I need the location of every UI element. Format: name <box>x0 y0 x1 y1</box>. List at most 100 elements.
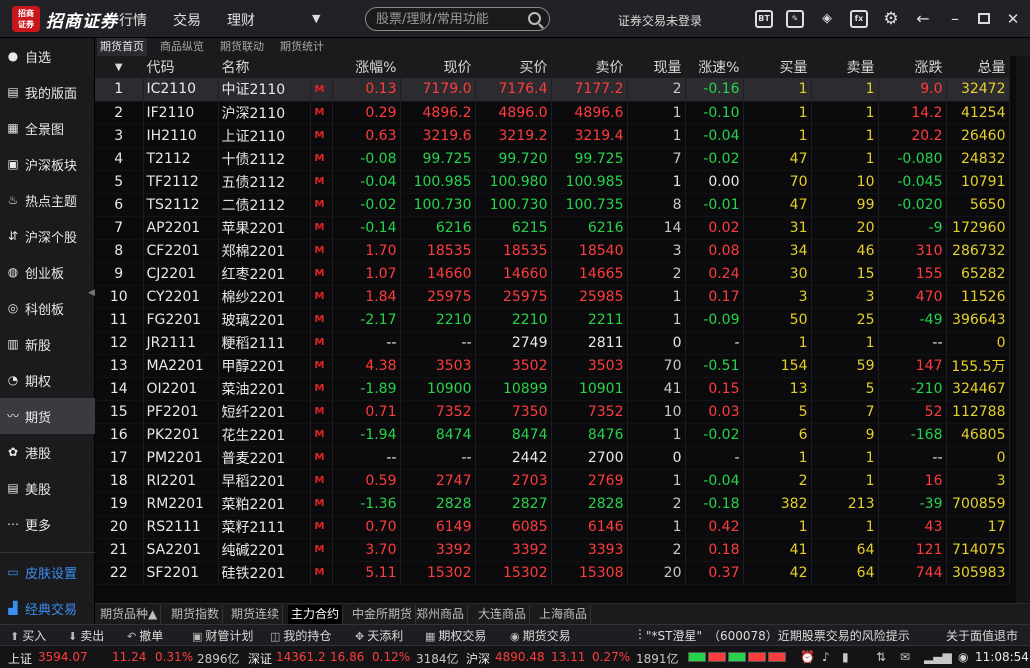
alarm-icon[interactable]: ⏰ <box>800 650 815 664</box>
bottom-tab-2[interactable]: 期货连续 <box>228 605 284 624</box>
signal-icon[interactable]: ▂▄▆ <box>924 650 952 664</box>
table-row[interactable]: 19 RM2201 菜粕2201 M -1.36 2828 2827 2828 2 -0.18 38… <box>95 492 1010 516</box>
search-box[interactable] <box>365 7 550 31</box>
gear-icon[interactable]: ⚙ <box>882 10 900 28</box>
toolbar-plan-button[interactable]: ▣ 财管计划 <box>192 627 253 644</box>
column-header[interactable]: 买价 <box>475 56 552 78</box>
classic-trading-link[interactable]: ▟ 经典交易 <box>0 590 95 626</box>
sidebar-item-0[interactable]: ● 自选 <box>0 38 95 74</box>
sidebar-item-4[interactable]: ♨ 热点主题 <box>0 182 95 218</box>
column-header[interactable]: 名称 <box>218 56 311 78</box>
maximize-icon[interactable] <box>975 10 993 28</box>
bottom-tab-1[interactable]: 期货指数 <box>168 605 224 624</box>
menu-trade[interactable]: 交易 <box>173 10 201 30</box>
column-header[interactable]: 现量 <box>627 56 686 78</box>
column-header[interactable]: 涨跌 <box>878 56 947 78</box>
bottom-tab-3[interactable]: 主力合约 <box>288 605 344 624</box>
table-row[interactable]: 15 PF2201 短纤2201 M 0.71 7352 7350 7352 10 0.03 5 7 5… <box>95 400 1010 424</box>
toolbar-futures-trade-button[interactable]: ◉ 期货交易 <box>510 627 571 644</box>
sidebar-item-8[interactable]: ▥ 新股 <box>0 326 95 362</box>
sidebar-item-13[interactable]: ⋯ 更多 <box>0 506 95 542</box>
menu-market[interactable]: 行情 <box>119 10 147 30</box>
table-row[interactable]: 8 CF2201 郑棉2201 M 1.70 18535 18535 18540 3 0.08 34… <box>95 239 1010 263</box>
sound-icon[interactable]: ♪ <box>822 650 830 664</box>
sidebar-item-12[interactable]: ▤ 美股 <box>0 470 95 506</box>
bt-icon[interactable]: BT <box>755 10 773 28</box>
bottom-tab-4[interactable]: 中金所期货 <box>349 605 417 624</box>
bottom-tab-7[interactable]: 上海商品 <box>536 605 592 624</box>
sidebar-item-7[interactable]: ◎ 科创板 <box>0 290 95 326</box>
edit-icon[interactable]: ✎ <box>786 10 804 28</box>
table-row[interactable]: 12 JR2111 粳稻2111 M -- -- 2749 2811 0-1 1 -- 0 <box>95 331 1010 355</box>
vertical-scrollbar[interactable] <box>1016 56 1030 603</box>
fx-icon[interactable]: fx <box>850 10 868 28</box>
close-icon[interactable]: ✕ <box>1004 10 1022 28</box>
connection-icon[interactable]: ▮ <box>842 650 849 664</box>
bottom-tab-6[interactable]: 大连商品 <box>475 605 531 624</box>
column-header[interactable]: 总量 <box>946 56 1010 78</box>
table-row[interactable]: 1 IC2110 中证2110 M 0.13 7179.0 7176.4 7177.2 2 -0.… <box>95 78 1010 102</box>
sidebar-item-6[interactable]: ◍ 创业板 <box>0 254 95 290</box>
table-row[interactable]: 21 SA2201 纯碱2201 M 3.70 3392 3392 3393 2 0.18 41 64… <box>95 538 1010 562</box>
table-row[interactable]: 7 AP2201 苹果2201 M -0.14 6216 6215 6216 14 0.02 31 2… <box>95 216 1010 240</box>
toolbar-daily-profit-button[interactable]: ✥ 天添利 <box>355 627 403 644</box>
bottom-tab-5[interactable]: 郑州商品 <box>413 605 469 624</box>
tab-0[interactable]: 期货首页 <box>97 38 147 56</box>
table-row[interactable]: 9 CJ2201 红枣2201 M 1.07 14660 14660 14665 2 0.24 30… <box>95 262 1010 286</box>
table-row[interactable]: 11 FG2201 玻璃2201 M -2.17 2210 2210 2211 1 -0.09 50… <box>95 308 1010 332</box>
table-row[interactable]: 4 T2112 十债2112 M -0.08 99.725 99.720 99.725 7 -0.… <box>95 147 1010 171</box>
skin-settings-link[interactable]: ▭ 皮肤设置 <box>0 554 95 590</box>
bottom-tab-0[interactable]: 期货品种▲ <box>97 605 162 624</box>
sh-index-value[interactable]: 3594.07 <box>38 650 88 664</box>
column-header[interactable]: 现价 <box>400 56 476 78</box>
table-row[interactable]: 17 PM2201 普麦2201 M -- -- 2442 2700 0-1 1 -- 0 <box>95 446 1010 470</box>
tab-2[interactable]: 期货联动 <box>217 38 267 56</box>
sidebar-item-10[interactable]: 〰期货 <box>0 398 95 434</box>
back-arrow-icon[interactable]: ← <box>914 10 932 28</box>
futures-quote-table[interactable]: ▼ 代码 名称 涨幅% 现价 买价 卖价 现量 涨速% 买量 卖量 涨跌 总量 1 IC2110 中证211… <box>95 56 1030 603</box>
toolbar-options-trade-button[interactable]: ▦ 期权交易 <box>425 627 486 644</box>
column-header[interactable]: 代码 <box>143 56 219 78</box>
tab-3[interactable]: 期货统计 <box>277 38 327 56</box>
sidebar-item-9[interactable]: ◔ 期权 <box>0 362 95 398</box>
cube-icon[interactable]: ◈ <box>818 10 836 28</box>
column-header[interactable]: 卖量 <box>811 56 879 78</box>
sz-index-value[interactable]: 14361.2 <box>276 650 326 664</box>
search-icon[interactable] <box>528 12 541 25</box>
menu-dropdown-icon[interactable]: ▼ <box>312 12 320 25</box>
table-row[interactable]: 22 SF2201 硅铁2201 M 5.11 15302 15302 15308 20 0.37… <box>95 561 1010 585</box>
sidebar-item-5[interactable]: ⇵ 沪深个股 <box>0 218 95 254</box>
column-header[interactable]: 涨速% <box>685 56 744 78</box>
table-row[interactable]: 10 CY2201 棉纱2201 M 1.84 25975 25975 25985 1 0.17 3… <box>95 285 1010 309</box>
table-row[interactable]: 13 MA2201 甲醇2201 M 4.38 3503 3502 3503 70 -0.51 15… <box>95 354 1010 378</box>
sidebar-item-3[interactable]: ▣ 沪深板块 <box>0 146 95 182</box>
hs-index-value[interactable]: 4890.48 <box>495 650 545 664</box>
search-input[interactable] <box>376 10 521 28</box>
news-ticker-more[interactable]: 关于面值退市 <box>946 627 1018 644</box>
table-row[interactable]: 18 RI2201 早稻2201 M 0.59 2747 2703 2769 1 -0.04 2 1 1… <box>95 469 1010 493</box>
tab-1[interactable]: 商品纵览 <box>157 38 207 56</box>
minimize-icon[interactable]: – <box>946 10 964 28</box>
table-row[interactable]: 14 OI2201 菜油2201 M -1.89 10900 10899 10901 41 0.1… <box>95 377 1010 401</box>
collapse-sidebar-icon[interactable]: ◀ <box>88 288 95 298</box>
news-ticker[interactable]: "*ST澄星" （600078）近期股票交易的风险提示 <box>646 627 910 644</box>
toolbar-sell-button[interactable]: ⬇ 卖出 <box>68 627 104 644</box>
table-row[interactable]: 20 RS2111 菜籽2111 M 0.70 6149 6085 6146 1 0.42 1 1 43… <box>95 515 1010 539</box>
sidebar-item-11[interactable]: ✿ 港股 <box>0 434 95 470</box>
column-header[interactable]: 卖价 <box>551 56 628 78</box>
column-header[interactable] <box>310 56 333 78</box>
toolbar-position-button[interactable]: ◫ 我的持仓 <box>270 627 331 644</box>
menu-finance[interactable]: 理财 <box>227 10 255 30</box>
mail-icon[interactable]: ✉ <box>900 650 910 664</box>
column-header[interactable]: 涨幅% <box>332 56 401 78</box>
network-icon[interactable]: ⇅ <box>876 650 886 664</box>
sidebar-item-1[interactable]: ▤ 我的版面 <box>0 74 95 110</box>
toolbar-buy-button[interactable]: ⬆ 买入 <box>10 627 46 644</box>
toolbar-cancel-order-button[interactable]: ↶ 撤单 <box>127 627 163 644</box>
column-header[interactable]: 买量 <box>743 56 812 78</box>
chat-icon[interactable]: ◉ <box>958 650 968 664</box>
sidebar-item-2[interactable]: ▦ 全景图 <box>0 110 95 146</box>
column-header[interactable]: ▼ <box>95 56 144 78</box>
table-row[interactable]: 3 IH2110 上证2110 M 0.63 3219.6 3219.2 3219.4 1 -0.… <box>95 124 1010 148</box>
table-row[interactable]: 5 TF2112 五债2112 M -0.04 100.985 100.980 100.985… <box>95 170 1010 194</box>
